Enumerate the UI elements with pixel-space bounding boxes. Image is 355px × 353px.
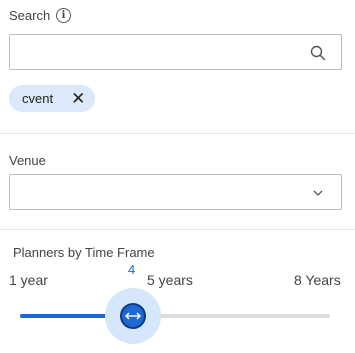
venue-label: Venue (9, 153, 46, 168)
divider (0, 229, 355, 230)
search-label: Search (9, 8, 51, 23)
venue-select[interactable] (9, 174, 342, 210)
slider-mid-label: 5 years (147, 272, 193, 288)
search-input[interactable] (18, 43, 302, 65)
chip-label: cvent (22, 91, 54, 106)
search-field[interactable] (9, 34, 342, 70)
slider-title: Planners by Time Frame (13, 245, 155, 260)
slider-min-label: 1 year (9, 272, 48, 288)
slider-max-label: 8 Years (294, 272, 341, 288)
filter-chip: cvent ✕ (9, 85, 96, 112)
search-icon[interactable] (310, 45, 326, 61)
divider (0, 133, 355, 134)
info-icon[interactable]: i (56, 8, 71, 23)
resize-horizontal-icon (125, 312, 141, 320)
close-icon[interactable]: ✕ (71, 90, 85, 107)
slider-value-label: 4 (128, 262, 136, 277)
slider-thumb[interactable] (120, 303, 146, 329)
chevron-down-icon[interactable] (312, 187, 324, 199)
